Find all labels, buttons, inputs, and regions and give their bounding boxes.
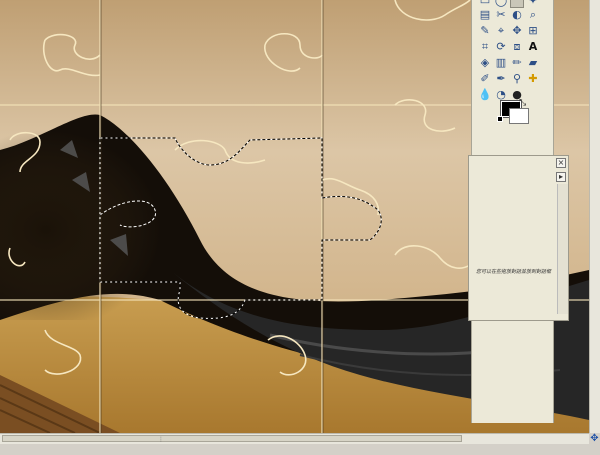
rect-select-icon[interactable]: ▭: [478, 0, 492, 8]
ink-icon[interactable]: ✒: [494, 72, 508, 86]
dock-scrollbar[interactable]: [557, 184, 568, 314]
dock-hint-text: 您可以在些拖放對話並放到對話框: [476, 269, 552, 275]
align-icon[interactable]: ⊞: [526, 24, 540, 38]
swap-colors-icon[interactable]: ⤡: [519, 98, 526, 108]
airbrush-icon[interactable]: ✐: [478, 72, 492, 86]
text-icon[interactable]: A: [526, 40, 540, 54]
close-icon[interactable]: ×: [556, 158, 566, 168]
paths-icon[interactable]: ✎: [478, 24, 492, 38]
crop-icon[interactable]: ⌗: [478, 40, 492, 54]
vertical-scrollbar[interactable]: [589, 0, 600, 433]
horizontal-scrollbar[interactable]: ⋮: [0, 433, 589, 444]
dock-panel: × ▸ 您可以在些拖放對話並放到對話框: [468, 155, 569, 321]
smudge-icon[interactable]: 💧: [478, 88, 492, 102]
dodge-burn-icon[interactable]: ◔: [494, 88, 508, 102]
reset-colors-icon[interactable]: [497, 116, 503, 122]
eraser-icon[interactable]: ▰: [526, 56, 540, 70]
clone-icon[interactable]: ⚲: [510, 72, 524, 86]
horizontal-scroll-thumb[interactable]: ⋮: [2, 435, 462, 443]
pencil-icon[interactable]: ✏: [510, 56, 524, 70]
fuzzy-select-icon[interactable]: ✦: [526, 0, 540, 8]
status-bar: [0, 444, 600, 455]
heal-icon[interactable]: ✚: [526, 72, 540, 86]
rotate-icon[interactable]: ⟳: [494, 40, 508, 54]
ellipse-select-icon[interactable]: ◯: [494, 0, 508, 8]
color-select-icon[interactable]: ▤: [478, 8, 492, 22]
zoom-icon[interactable]: ⌕: [526, 8, 540, 22]
bucket-fill-icon[interactable]: ◈: [478, 56, 492, 70]
blend-icon[interactable]: ▥: [494, 56, 508, 70]
color-picker-icon[interactable]: ⌖: [494, 24, 508, 38]
foreground-select-icon[interactable]: ◐: [510, 8, 524, 22]
scissors-icon[interactable]: ✂: [494, 8, 508, 22]
grip-icon: ⋮: [158, 436, 164, 443]
move-icon[interactable]: ✥: [510, 24, 524, 38]
background-color-swatch[interactable]: [509, 108, 529, 124]
navigate-icon[interactable]: ✥: [589, 433, 600, 444]
free-select-icon[interactable]: ⌒: [510, 0, 524, 8]
perspective-icon[interactable]: ⧈: [510, 40, 524, 54]
tab-menu-icon[interactable]: ▸: [556, 172, 566, 182]
